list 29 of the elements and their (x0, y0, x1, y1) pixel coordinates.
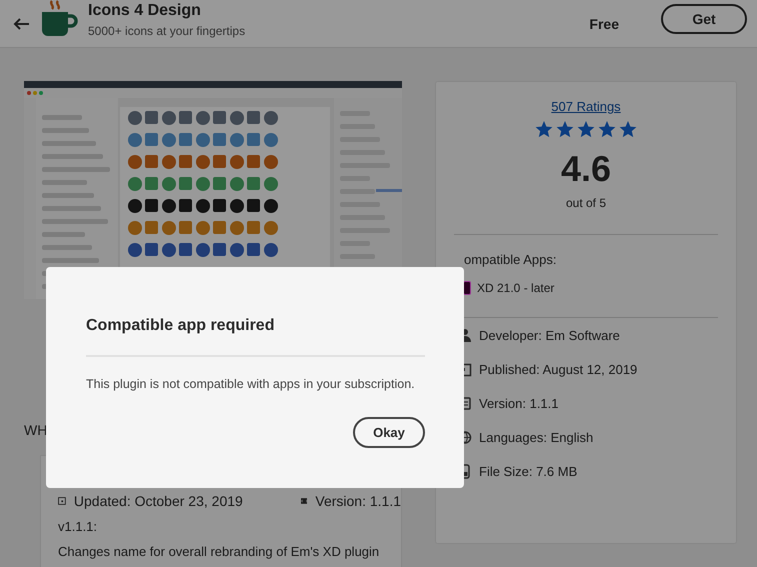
detail-text: Languages: English (479, 430, 594, 444)
dialog-title: Compatible app required (86, 317, 276, 335)
app-title: Icons 4 Design (88, 2, 202, 20)
okay-button[interactable]: Okay (353, 417, 425, 448)
rating-scale: out of 5 (566, 196, 606, 210)
release-notes: Changes name for overall rebranding of Em's XD plugin (58, 544, 380, 559)
notes-title: v1.1.1: (58, 519, 98, 534)
detail-text: File Size: 7.6 MB (479, 464, 578, 478)
star-icon (619, 120, 637, 138)
dialog-message: This plugin is not compatible with apps in your subscription. (86, 377, 416, 391)
star-icon (598, 120, 616, 138)
compatible-heading: ompatible Apps: (464, 252, 558, 267)
detail-text: Published: August 12, 2019 (479, 362, 638, 376)
version-label: Version: 1.1.1 (315, 493, 401, 509)
star-icon (556, 120, 574, 138)
detail-text: Version: 1.1.1 (479, 396, 558, 410)
rating-score: 4.6 (560, 148, 612, 190)
ratings-link[interactable]: 507 Ratings (551, 99, 621, 114)
price-label: Free (589, 16, 619, 32)
get-button[interactable]: Get (661, 4, 747, 34)
back-icon[interactable] (12, 16, 30, 30)
compatible-app: XD 21.0 - later (477, 281, 554, 295)
star-icon (577, 120, 595, 138)
section-heading: WH (24, 422, 48, 438)
updated-date: Updated: October 23, 2019 (74, 493, 243, 509)
detail-text: Developer: Em Software (479, 328, 620, 342)
star-icon (535, 120, 553, 138)
code-icon (300, 496, 308, 506)
app-subtitle: 5000+ icons at your fingertips (88, 24, 246, 38)
